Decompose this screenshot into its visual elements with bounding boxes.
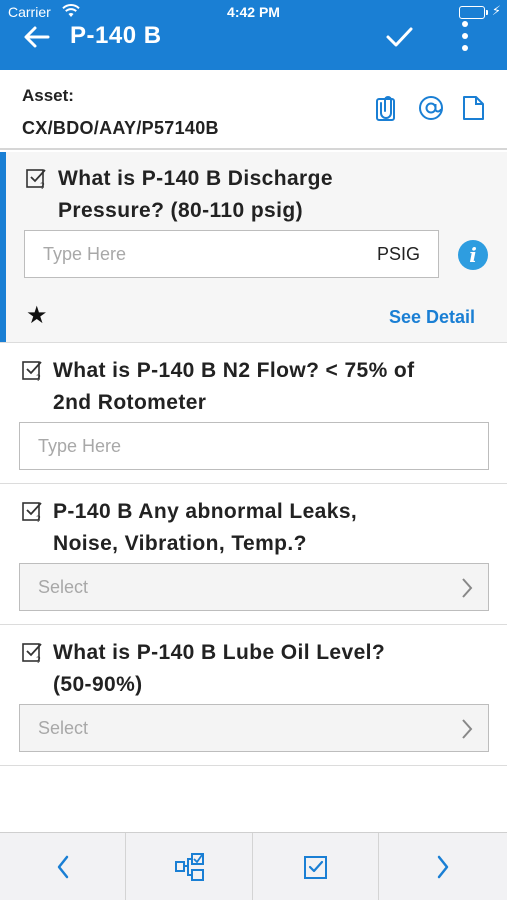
mention-icon[interactable] <box>417 94 445 122</box>
abnormal-leaks-select[interactable]: Select <box>19 563 489 611</box>
lube-oil-level-select[interactable]: Select <box>19 704 489 752</box>
checklist-button[interactable] <box>253 833 379 900</box>
asset-section: Asset: CX/BDO/AAY/P57140B <box>0 70 507 150</box>
input-placeholder: Type Here <box>38 436 122 456</box>
star-icon: ★ <box>26 302 48 329</box>
chevron-right-icon <box>460 717 474 741</box>
back-arrow-icon[interactable] <box>20 20 54 54</box>
chevron-right-icon <box>437 855 449 879</box>
unit-label: PSIG <box>376 244 420 264</box>
checklist-icon: ? <box>25 166 49 192</box>
previous-button[interactable] <box>0 833 126 900</box>
asset-label: Asset: <box>22 86 74 105</box>
select-placeholder: Select <box>38 718 89 738</box>
info-icon[interactable]: i <box>458 240 488 270</box>
svg-text:?: ? <box>36 515 41 523</box>
checkbox-icon <box>303 856 327 879</box>
question-text: P-140 B Any abnormal Leaks, Noise, Vibra… <box>53 500 358 555</box>
charging-icon: ⚡ <box>491 3 501 18</box>
asset-value: CX/BDO/AAY/P57140B <box>22 118 219 138</box>
page-title: P-140 B <box>70 22 162 49</box>
question-card[interactable]: ? P-140 B Any abnormal Leaks, Noise, Vib… <box>0 484 507 625</box>
select-placeholder: Select <box>38 577 89 597</box>
submit-check-icon[interactable] <box>384 22 414 52</box>
question-text: What is P-140 B Discharge Pressure? (80-… <box>58 167 333 222</box>
question-card[interactable]: ? What is P-140 B N2 Flow? < 75% of 2nd … <box>0 343 507 484</box>
chevron-right-icon <box>460 576 474 600</box>
svg-text:?: ? <box>40 182 45 190</box>
attachment-icon[interactable] <box>374 94 402 122</box>
n2-flow-input[interactable]: Type Here <box>19 422 489 470</box>
question-text: What is P-140 B Lube Oil Level? (50-90%) <box>53 641 386 696</box>
hierarchy-icon <box>174 853 204 881</box>
bottom-toolbar <box>0 832 507 900</box>
checklist-icon: ? <box>21 358 45 384</box>
question-text: What is P-140 B N2 Flow? < 75% of 2nd Ro… <box>53 359 415 414</box>
checklist-icon: ? <box>21 499 45 525</box>
see-detail-link[interactable]: See Detail <box>389 307 475 328</box>
svg-text:?: ? <box>36 374 41 382</box>
nav-bar: P-140 B <box>0 18 507 68</box>
document-icon[interactable] <box>459 94 487 122</box>
app-header: Carrier 4:42 PM ⚡ P-140 B <box>0 0 507 70</box>
input-placeholder: Type Here <box>43 244 127 264</box>
next-button[interactable] <box>380 833 506 900</box>
active-indicator <box>0 152 6 342</box>
chevron-left-icon <box>57 855 68 879</box>
question-card[interactable]: ? What is P-140 B Lube Oil Level? (50-90… <box>0 625 507 766</box>
more-options-icon[interactable] <box>455 18 475 54</box>
checklist-icon: ? <box>21 640 45 666</box>
hierarchy-button[interactable] <box>127 833 253 900</box>
question-card[interactable]: ? What is P-140 B Discharge Pressure? (8… <box>0 152 507 343</box>
pressure-input[interactable]: Type Here PSIG <box>24 230 439 278</box>
svg-text:?: ? <box>36 656 41 664</box>
